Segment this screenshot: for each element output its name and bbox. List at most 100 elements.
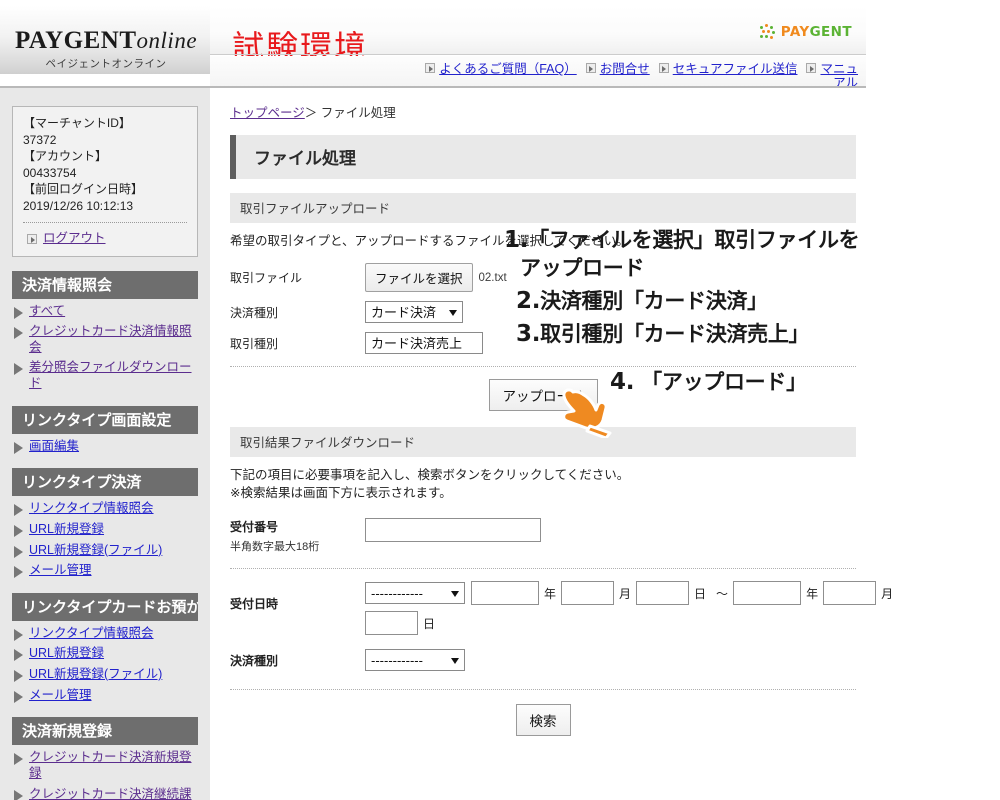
sidebar-link-screen-edit[interactable]: 画面編集	[29, 439, 79, 455]
arrow-square-icon	[658, 62, 669, 73]
annotation-step-1: 1.「ファイルを選択」取引ファイルを アップロード	[504, 226, 860, 281]
page-title: ファイル処理	[230, 135, 856, 179]
sidebar-item-screen-edit[interactable]: 画面編集	[12, 434, 198, 455]
sidebar-item-credit-new[interactable]: クレジットカード決済新規登録	[12, 745, 198, 781]
sidebar: 【マーチャントID】 37372 【アカウント】 00433754 【前回ログイ…	[0, 88, 210, 800]
account-value: 00433754	[23, 165, 77, 180]
logo-wordmark: PAYGENTonline	[8, 28, 204, 53]
sidebar-link-credit-inquiry[interactable]: クレジットカード決済情報照会	[29, 324, 198, 355]
sidebar-item-all[interactable]: すべて	[12, 299, 198, 320]
last-login-value: 2019/12/26 10:12:13	[23, 198, 134, 213]
arrow-square-icon	[27, 233, 37, 244]
breadcrumb-current: ファイル処理	[320, 106, 396, 120]
logout-link[interactable]: ログアウト	[43, 230, 106, 247]
sidebar-item-card-url-register[interactable]: URL新規登録	[12, 641, 198, 662]
main-content: トップページ＞ ファイル処理 ファイル処理 取引ファイルアップロード 希望の取引…	[210, 88, 893, 800]
sidebar-item-credit-recurring[interactable]: クレジットカード決済継続課金新規登録	[12, 782, 198, 800]
merchant-id-value: 37372	[23, 132, 57, 147]
annotation-step-2: 2.決済種別「カード決済」	[516, 287, 768, 316]
date-to-day-input[interactable]	[365, 611, 418, 636]
annotation-step-3-number: 3.	[516, 321, 541, 347]
date-from-day-input[interactable]	[636, 581, 690, 606]
field-row-receipt-no: 受付番号 半角数字最大18桁	[230, 518, 856, 554]
sidebar-link-credit-new[interactable]: クレジットカード決済新規登録	[29, 750, 198, 781]
sidebar-link-url-register[interactable]: URL新規登録	[29, 522, 104, 538]
sidebar-link-card-url-register-file[interactable]: URL新規登録(ファイル)	[29, 667, 162, 683]
date-type-value: ------------	[371, 586, 423, 602]
sidebar-item-linktype-inquiry[interactable]: リンクタイプ情報照会	[12, 496, 198, 517]
site-logo[interactable]: PAYGENTonline ペイジェントオンライン	[8, 28, 204, 71]
annotation-step-4: 4. 「アップロード」	[610, 368, 807, 397]
choose-file-button[interactable]: ファイルを選択	[365, 263, 473, 293]
account-info-box: 【マーチャントID】 37372 【アカウント】 00433754 【前回ログイ…	[12, 106, 198, 257]
triangle-right-icon	[14, 628, 23, 641]
sidebar-link-card-linktype-inquiry[interactable]: リンクタイプ情報照会	[29, 626, 154, 642]
sidebar-link-card-url-register[interactable]: URL新規登録	[29, 646, 104, 662]
sidebar-group-title: リンクタイプカードお預かり	[12, 592, 198, 621]
nav-item-contact[interactable]: お問合せ	[585, 56, 650, 77]
sidebar-group-title: リンクタイプ画面設定	[12, 405, 198, 434]
annotation-step-3-line1: 取引種別「カード決済売上」	[540, 322, 810, 346]
info-divider	[23, 222, 187, 224]
date-type-select[interactable]: ------------	[365, 582, 465, 605]
date-to-month-input[interactable]	[823, 581, 877, 606]
account-label: 【アカウント】	[23, 149, 108, 164]
sidebar-item-url-register[interactable]: URL新規登録	[12, 517, 198, 538]
sidebar-item-card-url-register-file[interactable]: URL新規登録(ファイル)	[12, 662, 198, 683]
upload-divider	[230, 366, 856, 368]
sidebar-group-title: 決済新規登録	[12, 717, 198, 746]
breadcrumb-separator: ＞	[304, 106, 318, 120]
nav-link-faq[interactable]: よくあるご質問（FAQ）	[439, 58, 577, 77]
file-label: 取引ファイル	[230, 271, 303, 286]
nav-link-secure-file[interactable]: セキュアファイル送信	[673, 58, 798, 77]
receipt-no-input[interactable]	[365, 518, 541, 543]
nav-link-contact[interactable]: お問合せ	[600, 58, 650, 77]
paygent-wordmark: PAYGENT	[781, 24, 852, 40]
sidebar-group-new-payment: 決済新規登録 クレジットカード決済新規登録 クレジットカード決済継続課金新規登録…	[12, 717, 198, 800]
breadcrumb-link-top[interactable]: トップページ	[230, 106, 305, 120]
header-nav: よくあるご質問（FAQ） お問合せ セキュアファイル送信 マニュ	[210, 56, 866, 88]
txn-type-label: 取引種別	[230, 336, 279, 351]
sidebar-link-diff-download[interactable]: 差分照会ファイルダウンロード	[29, 360, 198, 391]
download-payment-type-select[interactable]: ------------	[365, 649, 465, 672]
download-hint-line1: 下記の項目に必要事項を記入し、検索ボタンをクリックしてください。	[230, 468, 630, 483]
annotation-step-2-number: 2.	[516, 288, 541, 314]
sidebar-item-url-register-file[interactable]: URL新規登録(ファイル)	[12, 538, 198, 559]
sidebar-item-credit-inquiry[interactable]: クレジットカード決済情報照会	[12, 319, 198, 355]
sidebar-item-card-mail-admin[interactable]: メール管理	[12, 683, 198, 704]
sidebar-item-mail-admin[interactable]: メール管理	[12, 558, 198, 579]
unit-day-to: 日	[423, 616, 436, 631]
logout-row[interactable]: ログアウト	[23, 230, 187, 247]
breadcrumb: トップページ＞ ファイル処理	[230, 102, 856, 121]
triangle-right-icon	[14, 649, 23, 662]
logo-main-text: PAYGENT	[14, 27, 137, 54]
sidebar-link-url-register-file[interactable]: URL新規登録(ファイル)	[29, 543, 162, 559]
download-hint: 下記の項目に必要事項を記入し、検索ボタンをクリックしてください。 ※検索結果は画…	[230, 466, 856, 502]
arrow-square-icon	[806, 62, 817, 73]
payment-type-select[interactable]: カード決済	[365, 301, 463, 324]
sidebar-group-title: 決済情報照会	[12, 270, 198, 299]
nav-item-secure-file[interactable]: セキュアファイル送信	[658, 56, 798, 77]
nav-item-faq[interactable]: よくあるご質問（FAQ）	[425, 56, 577, 77]
date-from-year-input[interactable]	[471, 581, 539, 606]
sidebar-link-all[interactable]: すべて	[29, 304, 65, 320]
date-from-month-input[interactable]	[561, 581, 615, 606]
sidebar-item-diff-download[interactable]: 差分照会ファイルダウンロード	[12, 355, 198, 391]
sidebar-group-linktype-card-storage: リンクタイプカードお預かり リンクタイプ情報照会 URL新規登録 URL新規登録…	[12, 592, 198, 704]
search-button[interactable]: 検索	[515, 704, 571, 737]
txn-type-value: カード決済売上	[371, 336, 463, 352]
sidebar-link-credit-recurring[interactable]: クレジットカード決済継続課金新規登録	[29, 787, 198, 800]
unit-year-from: 年	[544, 586, 557, 601]
sidebar-link-linktype-inquiry[interactable]: リンクタイプ情報照会	[29, 501, 154, 517]
sidebar-link-mail-admin[interactable]: メール管理	[29, 563, 92, 579]
selected-file-name: 02.txt	[478, 271, 507, 284]
txn-type-select[interactable]: カード決済売上	[365, 332, 483, 355]
sidebar-item-card-linktype-inquiry[interactable]: リンクタイプ情報照会	[12, 621, 198, 642]
chevron-down-icon	[451, 658, 459, 665]
triangle-right-icon	[14, 753, 23, 766]
field-row-download-payment-type: 決済種別 ------------	[230, 649, 856, 672]
payment-type-value: カード決済	[371, 305, 437, 321]
sidebar-link-card-mail-admin[interactable]: メール管理	[29, 688, 92, 704]
brand-part-1: PAY	[780, 24, 810, 40]
date-to-year-input[interactable]	[733, 581, 802, 606]
